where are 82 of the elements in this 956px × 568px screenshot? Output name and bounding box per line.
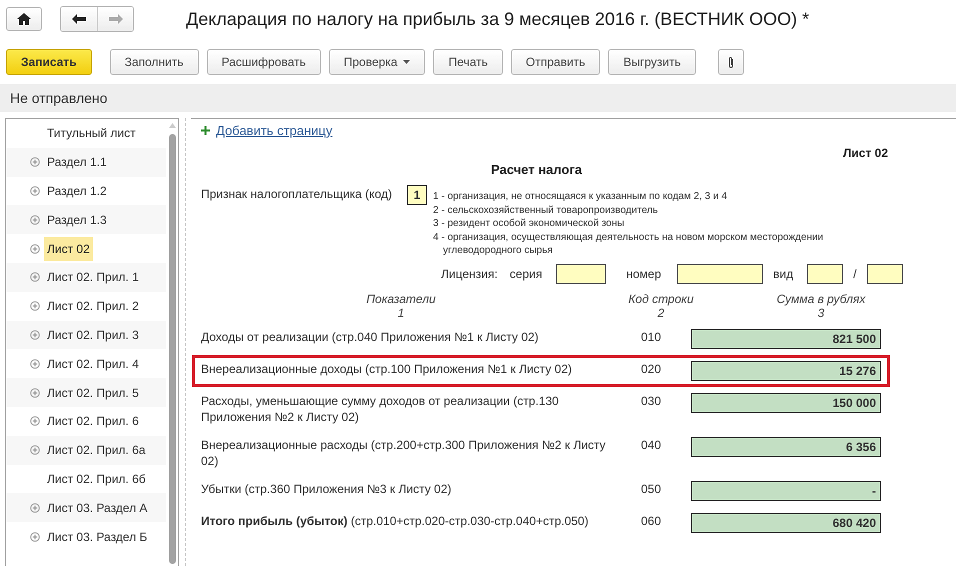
code-note: 1 - организация, не относящаяся к указанным по кодам 2, 3 и 4 — [433, 190, 728, 204]
field-label: номер — [626, 266, 662, 280]
row-label: Внереализационные расходы (стр.200+стр.300 Приложения №2 к Листу 02) — [201, 436, 607, 468]
column-number: 1 — [396, 306, 406, 320]
input-field[interactable] — [677, 264, 764, 284]
line-code: 020 — [640, 360, 662, 376]
line-code: 010 — [640, 328, 662, 344]
column-header: Сумма в рублях — [776, 292, 866, 306]
attach-button[interactable] — [718, 49, 744, 75]
code-note: 2 - сельскохозяйственный товаропроизводитель — [433, 204, 659, 217]
tree-item[interactable]: Раздел 1.2 — [44, 178, 110, 203]
field-label: вид — [773, 266, 794, 280]
field-label: / — [853, 266, 857, 280]
expand-icon[interactable] — [30, 186, 40, 196]
row-label: Убытки (стр.360 Приложения №3 к Листу 02) — [201, 480, 452, 496]
field-label: Признак налогоплательщика (код) — [201, 187, 393, 203]
sheet-label: Лист 02 — [842, 146, 888, 160]
expand-icon[interactable] — [30, 445, 40, 456]
toolbar-button[interactable]: Заполнить — [110, 49, 198, 75]
tree-item[interactable]: Лист 02. Прил. 4 — [44, 352, 142, 376]
row-label: Итого прибыль (убыток) (стр.010+стр.020-стр.030-стр.040+стр.050) — [201, 512, 590, 528]
amount-field[interactable]: 6 356 — [691, 436, 881, 456]
line-code: 040 — [640, 436, 662, 452]
home-icon — [17, 13, 31, 25]
amount-field[interactable]: 680 420 — [691, 512, 881, 532]
tree-item[interactable]: Лист 02. Прил. 6 — [44, 409, 142, 434]
form-heading: Расчет налога — [491, 162, 583, 177]
toolbar-button[interactable]: Отправить — [510, 49, 600, 75]
amount-field[interactable]: 821 500 — [691, 328, 881, 348]
expand-icon[interactable] — [30, 502, 40, 513]
back-button[interactable] — [61, 7, 97, 31]
window-title: Декларация по налогу на прибыль за 9 месяцев 2016 г. (ВЕСТНИК ООО) * — [186, 8, 810, 30]
line-code: 060 — [640, 512, 662, 528]
toolbar-button[interactable]: Расшифровать — [206, 49, 321, 75]
line-code: 030 — [640, 392, 662, 408]
amount-field[interactable]: 150 000 — [691, 392, 881, 412]
expand-icon[interactable] — [30, 301, 40, 312]
tree-item[interactable]: Лист 02. Прил. 2 — [44, 294, 142, 318]
toolbar-button[interactable]: Выгрузить — [608, 49, 696, 75]
expand-icon[interactable] — [30, 388, 40, 398]
code-note: 3 - резидент особой экономической зоны — [433, 217, 626, 230]
field-label: серия — [510, 266, 542, 280]
left-arrow-icon — [72, 14, 86, 24]
input-field[interactable] — [866, 264, 903, 284]
tree-item[interactable]: Лист 03. Раздел Б — [44, 524, 150, 549]
dropdown-button[interactable]: Проверка — [328, 49, 426, 75]
expand-icon[interactable] — [30, 416, 40, 426]
line-code: 050 — [640, 480, 662, 496]
amount-field[interactable]: - — [691, 480, 881, 500]
home-button[interactable] — [6, 7, 42, 31]
caret-icon — [403, 60, 410, 64]
expand-icon[interactable] — [30, 272, 40, 282]
tree-item[interactable]: Лист 02. Прил. 6б — [44, 466, 149, 491]
status-text: Не отправлено — [0, 84, 956, 112]
tree-item[interactable]: Лист 02 — [44, 236, 93, 261]
plus-icon — [201, 126, 210, 135]
add-page-link[interactable]: Добавить страницу — [216, 123, 332, 138]
column-header: Показатели — [365, 292, 437, 306]
column-number: 2 — [656, 306, 666, 320]
toolbar-button[interactable]: Записать — [6, 49, 92, 75]
toolbar-button[interactable]: Печать — [433, 49, 503, 75]
code-field[interactable]: 1 — [407, 185, 427, 205]
column-number: 3 — [816, 306, 826, 320]
row-label: Внереализационные доходы (стр.100 Приложения №1 к Листу 02) — [201, 360, 573, 376]
expand-icon[interactable] — [30, 358, 40, 369]
expand-icon[interactable] — [30, 330, 40, 340]
tree-item[interactable]: Титульный лист — [44, 121, 139, 146]
input-field[interactable] — [807, 264, 844, 284]
expand-icon[interactable] — [30, 532, 40, 542]
input-field[interactable] — [556, 264, 606, 284]
right-arrow-icon — [108, 14, 122, 24]
amount-field[interactable]: 15 276 — [691, 360, 881, 380]
expand-icon[interactable] — [30, 157, 40, 168]
code-note: 4 - организация, осуществляющая деятельность на новом морском месторождении углеводородного сырья — [433, 230, 824, 258]
column-header: Код строки — [627, 292, 695, 306]
paperclip-icon — [728, 56, 734, 68]
expand-icon[interactable] — [30, 244, 40, 254]
row-label: Доходы от реализации (стр.040 Приложения №1 к Листу 02) — [201, 328, 540, 344]
field-label: Лицензия: — [441, 266, 498, 280]
expand-icon[interactable] — [30, 214, 40, 225]
scrollbar-thumb[interactable] — [168, 134, 176, 564]
row-label: Расходы, уменьшающие сумму доходов от реализации (стр.130 Приложения №2 к Листу 02) — [201, 392, 560, 424]
